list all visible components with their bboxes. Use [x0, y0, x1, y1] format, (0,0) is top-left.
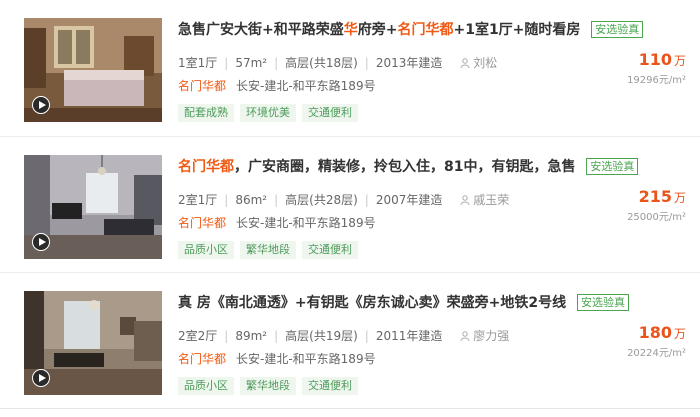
community-line: 名门华都 长安-建北-和平东路189号 — [178, 77, 376, 94]
price-block: 215 万 25000元/m² — [627, 187, 686, 223]
agent-icon — [460, 331, 470, 341]
total-price: 110 — [638, 50, 672, 69]
room-layout: 2室1厅 — [178, 193, 218, 207]
address: 长安-建北-和平东路189号 — [236, 79, 376, 93]
feature-tag: 交通便利 — [302, 241, 358, 259]
play-video-icon[interactable] — [32, 96, 50, 114]
total-price: 215 — [638, 187, 672, 206]
feature-tag: 繁华地段 — [240, 241, 296, 259]
price-block: 180 万 20224元/m² — [627, 323, 686, 359]
community-line: 名门华都 长安-建北-和平东路189号 — [178, 214, 376, 231]
feature-tags: 品质小区 繁华地段 交通便利 — [178, 238, 364, 259]
total-price: 180 — [638, 323, 672, 342]
listing-title[interactable]: 急售广安大街+和平路荣盛华府旁+名门华都+1室1厅+随时看房 安选验真 — [178, 20, 644, 40]
address: 长安-建北-和平东路189号 — [236, 352, 376, 366]
build-year: 2013年建造 — [375, 56, 443, 70]
listing-title[interactable]: 真 房《南北通透》+有钥匙《房东诚心卖》荣盛旁+地铁2号线 安选验真 — [178, 293, 629, 313]
listing-meta: 1室1厅 | 57m² | 高层(共18层) | 2013年建造 刘松 — [178, 56, 498, 70]
feature-tags: 配套成熟 环境优美 交通便利 — [178, 101, 364, 122]
listing-photo[interactable] — [24, 18, 162, 122]
community-link[interactable]: 名门华都 — [178, 79, 226, 93]
feature-tag: 品质小区 — [178, 377, 234, 395]
verified-badge: 安选验真 — [591, 21, 644, 38]
listing-title[interactable]: 名门华都，广安商圈，精装修，拎包入住，81中，有钥匙，急售 安选验真 — [178, 157, 639, 177]
build-year: 2011年建造 — [375, 329, 443, 343]
listing-photo[interactable] — [24, 291, 162, 395]
floor-area: 86m² — [235, 193, 268, 207]
agent-icon — [460, 195, 470, 205]
listing-photo[interactable] — [24, 155, 162, 259]
community-link[interactable]: 名门华都 — [178, 352, 226, 366]
community-link[interactable]: 名门华都 — [178, 216, 226, 230]
agent-icon — [460, 58, 470, 68]
agent-name[interactable]: 戚玉荣 — [473, 193, 509, 207]
listing-meta: 2室2厅 | 89m² | 高层(共19层) | 2011年建造 廖力强 — [178, 329, 510, 343]
listing-meta: 2室1厅 | 86m² | 高层(共28层) | 2007年建造 戚玉荣 — [178, 193, 510, 207]
floor-area: 57m² — [235, 56, 268, 70]
feature-tags: 品质小区 繁华地段 交通便利 — [178, 374, 364, 395]
room-layout: 2室2厅 — [178, 329, 218, 343]
floor-info: 高层(共19层) — [285, 329, 358, 343]
play-video-icon[interactable] — [32, 369, 50, 387]
listing-item[interactable]: 急售广安大街+和平路荣盛华府旁+名门华都+1室1厅+随时看房 安选验真 1室1厅… — [0, 0, 700, 137]
build-year: 2007年建造 — [375, 193, 443, 207]
price-block: 110 万 19296元/m² — [627, 50, 686, 86]
feature-tag: 环境优美 — [240, 104, 296, 122]
floor-info: 高层(共18层) — [285, 56, 358, 70]
room-layout: 1室1厅 — [178, 56, 218, 70]
agent-name[interactable]: 廖力强 — [473, 329, 509, 343]
feature-tag: 交通便利 — [302, 377, 358, 395]
feature-tag: 交通便利 — [302, 104, 358, 122]
verified-badge: 安选验真 — [586, 158, 639, 175]
address: 长安-建北-和平东路189号 — [236, 216, 376, 230]
agent-name[interactable]: 刘松 — [473, 56, 497, 70]
verified-badge: 安选验真 — [576, 294, 629, 311]
feature-tag: 繁华地段 — [240, 377, 296, 395]
listing-item[interactable]: 名门华都，广安商圈，精装修，拎包入住，81中，有钥匙，急售 安选验真 2室1厅 |… — [0, 137, 700, 273]
unit-price: 25000元/m² — [627, 212, 686, 223]
play-video-icon[interactable] — [32, 233, 50, 251]
unit-price: 19296元/m² — [627, 75, 686, 86]
floor-area: 89m² — [235, 329, 268, 343]
listing-item[interactable]: 真 房《南北通透》+有钥匙《房东诚心卖》荣盛旁+地铁2号线 安选验真 2室2厅 |… — [0, 273, 700, 409]
feature-tag: 配套成熟 — [178, 104, 234, 122]
community-line: 名门华都 长安-建北-和平东路189号 — [178, 350, 376, 367]
floor-info: 高层(共28层) — [285, 193, 358, 207]
unit-price: 20224元/m² — [627, 348, 686, 359]
feature-tag: 品质小区 — [178, 241, 234, 259]
